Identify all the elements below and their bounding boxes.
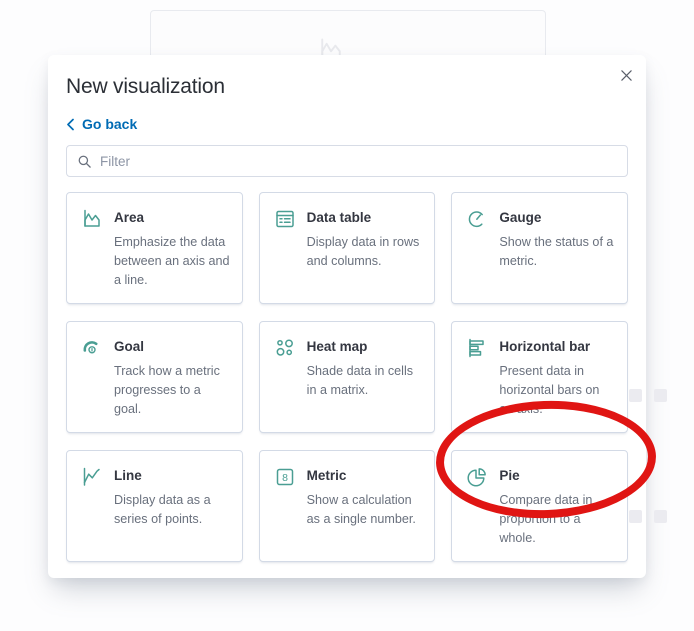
line-chart-icon [80,465,104,548]
filter-input-wrapper [66,145,628,177]
vis-card-data-table[interactable]: Data table Display data in rows and colu… [258,192,436,304]
new-visualization-modal: New visualization Go back Area Emphasize… [48,55,646,578]
vis-card-description: Track how a metric progresses to a goal. [114,364,220,416]
vis-card-description: Display data as a series of points. [114,493,211,526]
vis-card-pie[interactable]: Pie Compare data in proportion to a whol… [451,450,628,562]
go-back-link[interactable]: Go back [66,116,137,132]
annotation-handle [654,510,667,523]
vis-card-title: Heat map [306,339,368,354]
vis-card-description: Show the status of a metric. [499,235,614,268]
vis-type-grid: Area Emphasize the data between an axis … [66,192,628,578]
vis-card-goal[interactable]: Goal Track how a metric progresses to a … [66,321,243,433]
vis-card-title: Goal [114,339,145,354]
horizontal-bar-icon [465,336,489,419]
annotation-handle [629,510,642,523]
vis-card-title: Horizontal bar [499,339,591,354]
pie-chart-icon [465,465,489,548]
vis-card-horizontal-bar[interactable]: Horizontal bar Present data in horizonta… [451,321,628,433]
vis-card-heat-map[interactable]: Heat map Shade data in cells in a matrix… [258,321,436,433]
chevron-left-icon [66,118,75,131]
go-back-label: Go back [82,116,138,132]
vis-card-title: Area [114,210,145,225]
svg-text:8: 8 [282,472,288,484]
heatmap-icon [273,336,297,419]
metric-icon: 8 [273,465,297,548]
filter-input[interactable] [100,153,617,169]
vis-card-title: Metric [306,468,347,483]
gauge-icon [465,207,489,290]
vis-card-area[interactable]: Area Emphasize the data between an axis … [66,192,243,304]
modal-title: New visualization [66,75,225,98]
annotation-handle [629,389,642,402]
vis-card-description: Compare data in proportion to a whole. [499,493,593,545]
vis-card-gauge[interactable]: Gauge Show the status of a metric. [451,192,628,304]
vis-card-title: Data table [306,210,372,225]
close-icon[interactable] [614,63,638,87]
vis-card-description: Present data in horizontal bars on an ax… [499,364,600,416]
vis-card-title: Pie [499,468,520,483]
vis-card-metric[interactable]: 8 Metric Show a calculation as a single … [258,450,436,562]
vis-card-title: Line [114,468,142,483]
search-icon [77,154,92,169]
vis-card-title: Gauge [499,210,542,225]
vis-card-line[interactable]: Line Display data as a series of points. [66,450,243,562]
area-chart-icon [80,207,104,290]
annotation-handle [654,389,667,402]
vis-card-description: Shade data in cells in a matrix. [306,364,414,397]
vis-card-description: Display data in rows and columns. [306,235,420,268]
goal-icon [80,336,104,419]
data-table-icon [273,207,297,290]
vis-card-description: Emphasize the data between an axis and a… [114,235,230,287]
vis-card-description: Show a calculation as a single number. [306,493,416,526]
